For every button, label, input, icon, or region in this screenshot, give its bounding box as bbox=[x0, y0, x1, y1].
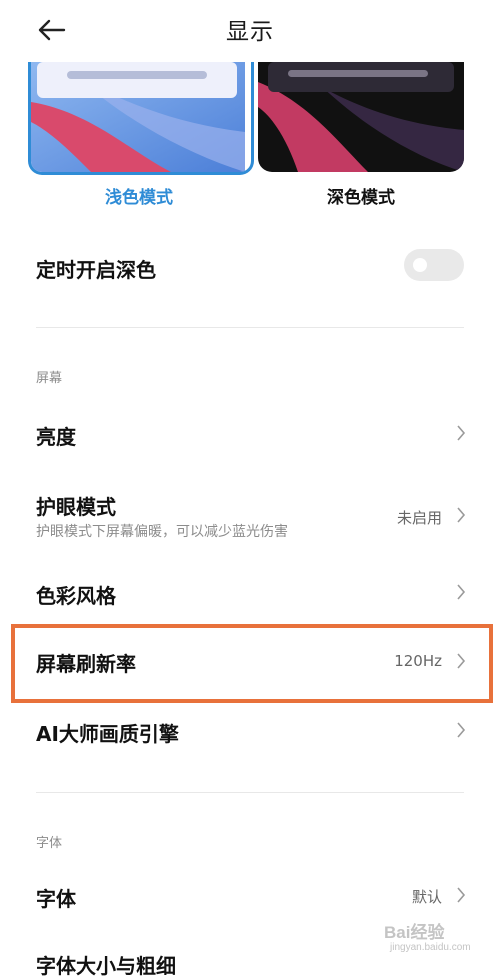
light-mode-label[interactable]: 浅色模式 bbox=[28, 183, 250, 208]
section-label-font: 字体 bbox=[36, 836, 63, 851]
row-value: 未启用 bbox=[396, 509, 442, 527]
dark-mode-label[interactable]: 深色模式 bbox=[258, 183, 464, 208]
chevron-right-icon bbox=[457, 722, 466, 738]
highlight-annotation-box bbox=[11, 624, 493, 703]
row-subtitle: 护眼模式下屏幕偏暖，可以减少蓝光伤害 bbox=[36, 524, 288, 540]
row-title: 护眼模式 bbox=[36, 495, 116, 519]
dark-wallpaper-image bbox=[258, 62, 464, 172]
row-value: 默认 bbox=[411, 888, 442, 906]
page-title: 显示 bbox=[226, 19, 274, 45]
divider bbox=[36, 792, 464, 793]
watermark-url: jingyan.baidu.com bbox=[390, 942, 471, 953]
row-title: 亮度 bbox=[36, 425, 76, 449]
watermark-text: Bai经验 bbox=[384, 923, 445, 942]
baidu-jingyan-watermark: Bai经验 jingyan.baidu.com bbox=[384, 914, 496, 958]
chevron-right-icon bbox=[457, 887, 466, 903]
section-label-screen: 屏幕 bbox=[36, 371, 63, 386]
light-wallpaper-image bbox=[31, 62, 245, 172]
light-mode-preview[interactable] bbox=[28, 62, 254, 175]
toggle-knob bbox=[413, 258, 427, 272]
row-title: 字体大小与粗细 bbox=[36, 954, 176, 978]
schedule-dark-toggle[interactable] bbox=[404, 249, 464, 281]
schedule-dark-label: 定时开启深色 bbox=[36, 258, 156, 282]
row-title: 色彩风格 bbox=[36, 584, 116, 608]
chevron-right-icon bbox=[457, 584, 466, 600]
divider bbox=[36, 327, 464, 328]
row-title: 字体 bbox=[36, 887, 76, 911]
row-title: AI大师画质引擎 bbox=[36, 722, 179, 746]
header: 显示 bbox=[0, 0, 500, 60]
dark-mode-preview[interactable] bbox=[258, 62, 464, 172]
chevron-right-icon bbox=[457, 425, 466, 441]
chevron-right-icon bbox=[457, 507, 466, 523]
